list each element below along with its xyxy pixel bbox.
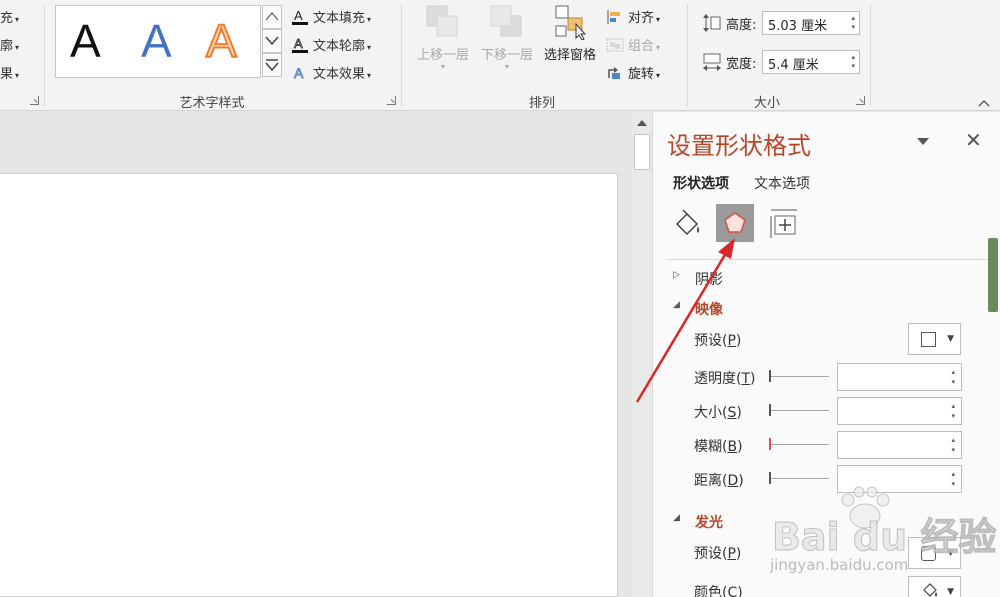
scroll-up-icon[interactable] (637, 120, 647, 126)
glow-color-label: 颜色(C) (694, 585, 743, 597)
reflection-preset-label: 预设(P) (694, 333, 742, 349)
text-fill-button[interactable]: A 文本填充 ▾ (291, 7, 371, 26)
watermark-text: Bai du 经验 (771, 515, 997, 560)
size-slider[interactable] (769, 403, 829, 417)
pane-scrollbar[interactable] (987, 238, 999, 318)
expand-triangle-icon: ▷ (673, 270, 680, 280)
arrange-group-label: 排列 (528, 96, 555, 111)
height-input[interactable]: 5.03 厘米 ▴ ▾ (762, 11, 860, 35)
wordart-styles-launcher[interactable] (387, 96, 396, 105)
close-icon[interactable]: ✕ (965, 128, 982, 152)
watermark: Bai du 经验 jingyan.baidu.com (766, 486, 998, 591)
collapse-triangle-icon: ◢ (673, 513, 680, 523)
width-icon (702, 52, 722, 76)
align-button[interactable]: 对齐 ▾ (606, 7, 660, 26)
blur-input[interactable]: ▴ ▾ (837, 431, 962, 459)
size-group-label: 大小 (753, 96, 780, 111)
glow-preset-label: 预设(P) (694, 546, 742, 562)
selection-pane-button[interactable]: 选择窗格 (539, 4, 601, 63)
slide-canvas-area (0, 112, 632, 597)
gallery-expand-icon (265, 59, 279, 71)
collapse-triangle-icon: ◢ (673, 300, 680, 310)
wordart-style-blue[interactable]: A (141, 16, 172, 66)
chevron-up-icon (265, 12, 279, 21)
group-button[interactable]: 组合 ▾ (606, 35, 660, 54)
text-effects-button[interactable]: A 文本效果 ▾ (291, 63, 371, 82)
pane-scroll-thumb[interactable] (988, 238, 998, 312)
distance-slider[interactable] (769, 471, 829, 485)
caret-down-icon (917, 138, 929, 145)
gallery-more-button[interactable] (262, 53, 282, 77)
group-icon (606, 38, 628, 54)
bring-forward-button[interactable]: 上移一层 ▾ (412, 4, 474, 71)
gallery-scroll-up-button[interactable] (262, 5, 282, 29)
wordart-gallery: A A A (55, 5, 261, 78)
gallery-scroll-down-button[interactable] (262, 29, 282, 53)
wordart-style-black[interactable]: A (70, 16, 101, 66)
blur-slider[interactable] (769, 437, 829, 451)
width-input[interactable]: 5.4 厘米 ▴ ▾ (762, 50, 860, 74)
rotate-button[interactable]: 旋转 ▾ (606, 63, 660, 82)
canvas-vertical-scrollbar[interactable] (632, 112, 652, 597)
pane-options-button[interactable] (917, 134, 929, 149)
shape-fill-menu[interactable]: 充 ▾ (0, 7, 19, 26)
width-label: 宽度: (726, 57, 757, 72)
pane-divider (667, 259, 989, 260)
reflection-preset-dropdown[interactable]: ▼ (908, 323, 961, 355)
canvas-scroll-thumb[interactable] (634, 134, 650, 170)
height-icon (702, 13, 722, 37)
effects-icon[interactable] (716, 204, 754, 242)
text-outline-button[interactable]: A 文本轮廓 ▾ (291, 35, 371, 54)
transparency-input[interactable]: ▴ ▾ (837, 363, 962, 391)
pane-title: 设置形状格式 (667, 132, 811, 160)
svg-text:A: A (294, 37, 303, 51)
tab-shape-options[interactable]: 形状选项 (673, 173, 729, 193)
text-effects-icon: A (291, 65, 309, 82)
size-launcher[interactable] (856, 96, 865, 105)
tab-text-options[interactable]: 文本选项 (754, 173, 810, 193)
text-fill-icon: A (291, 8, 309, 25)
reflection-distance-label: 距离(D) (694, 473, 744, 489)
reflection-size-label: 大小(S) (694, 405, 742, 421)
svg-text:A: A (294, 65, 304, 81)
send-backward-button[interactable]: 下移一层 ▾ (476, 4, 538, 71)
rotate-icon (606, 67, 628, 82)
reflection-transparency-label: 透明度(T) (694, 371, 756, 387)
fill-line-icon[interactable] (669, 204, 707, 242)
size-properties-icon[interactable] (765, 204, 803, 242)
ribbon: 充 ▾ 廓 ▾ 果 ▾ A A A A 文本填充 ▾ A 文本轮廓 ▾ A 文本效果 ▾ 艺术字样… (0, 0, 1000, 111)
shape-styles-launcher[interactable] (30, 96, 39, 105)
bring-forward-icon (425, 4, 461, 40)
height-label: 高度: (726, 18, 757, 33)
shape-effects-menu[interactable]: 果 ▾ (0, 63, 19, 82)
svg-text:A: A (294, 9, 303, 23)
reflection-blur-label: 模糊(B) (694, 439, 743, 455)
send-backward-icon (489, 4, 525, 40)
text-outline-icon: A (291, 36, 309, 53)
collapse-ribbon-button[interactable] (978, 96, 990, 107)
size-input[interactable]: ▴ ▾ (837, 397, 962, 425)
transparency-slider[interactable] (769, 369, 829, 383)
shape-outline-menu[interactable]: 廓 ▾ (0, 35, 19, 54)
wordart-style-orange-outline[interactable]: A (205, 15, 238, 67)
selected-category-caret (729, 242, 741, 248)
chevron-down-icon (265, 36, 279, 45)
watermark-url: jingyan.baidu.com (770, 556, 909, 574)
chevron-up-icon (978, 100, 990, 107)
slide[interactable] (0, 173, 618, 597)
selection-pane-icon (552, 4, 588, 41)
wordart-styles-group-label: 艺术字样式 (179, 96, 245, 111)
align-icon (606, 10, 628, 26)
